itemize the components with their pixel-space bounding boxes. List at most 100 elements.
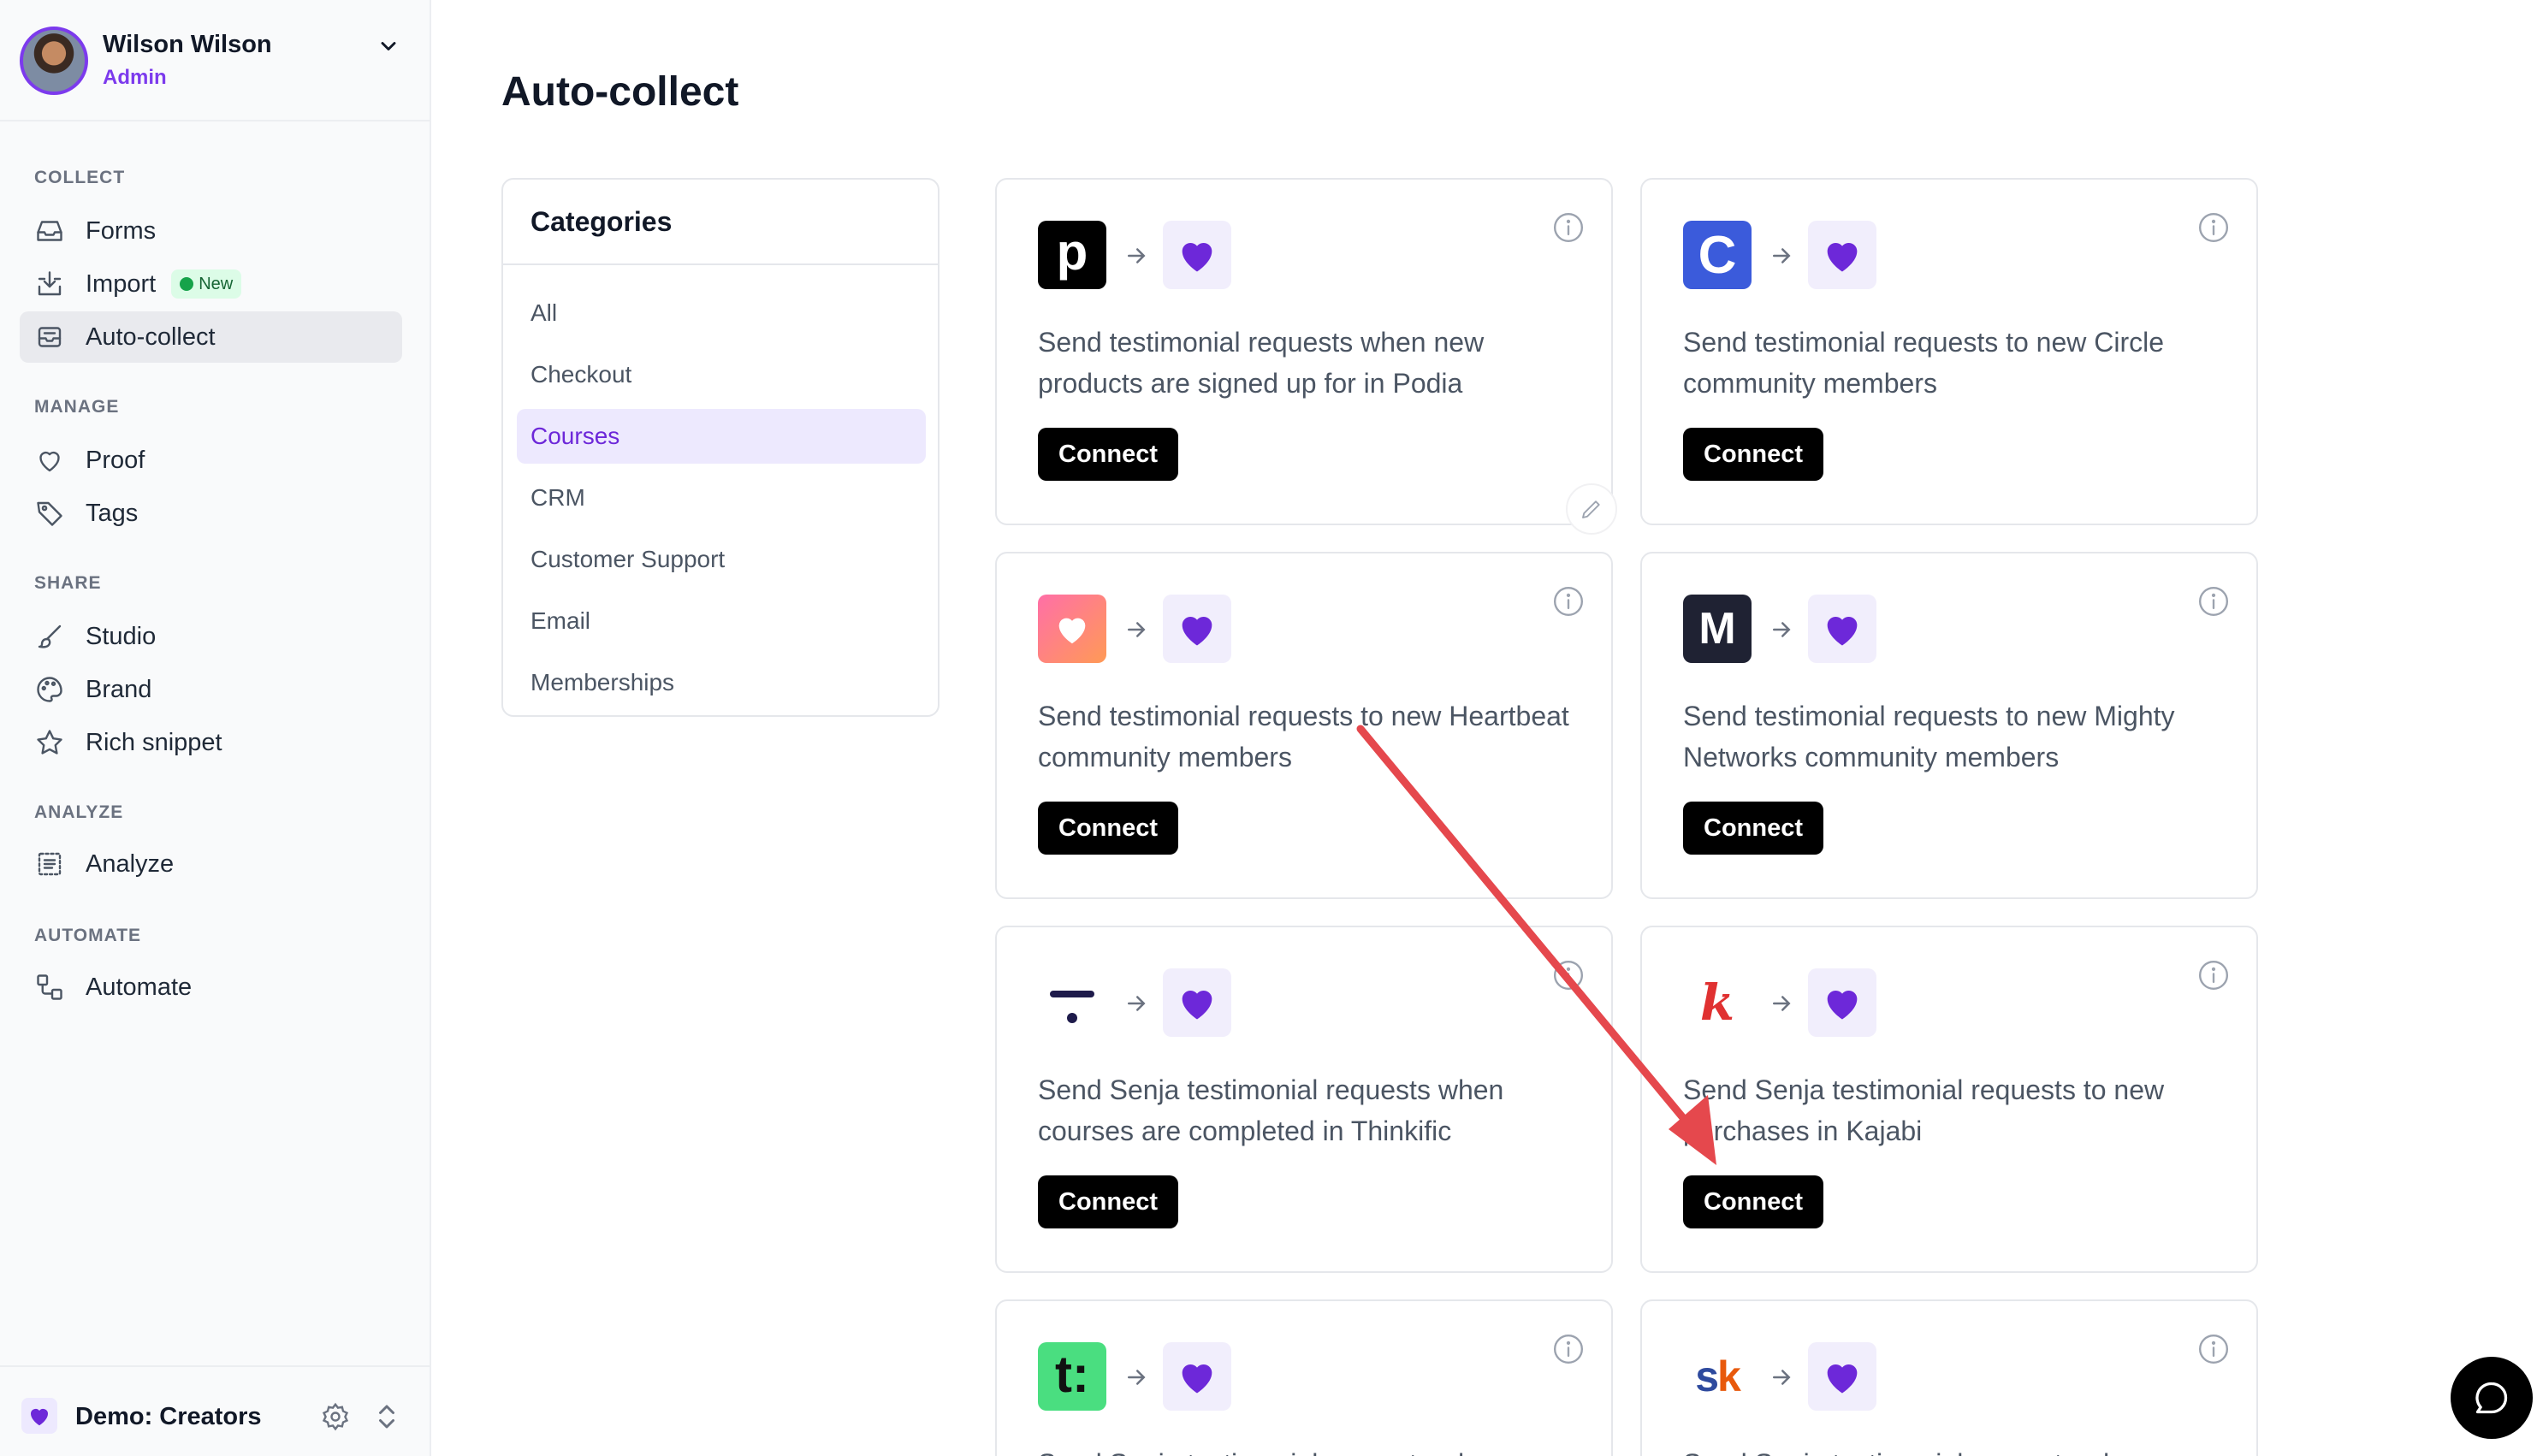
senja-logo-icon [21, 1398, 57, 1434]
sidebar-item-label: Brand [86, 675, 152, 703]
sidebar-item-forms[interactable]: Forms [20, 205, 402, 257]
download-icon [38, 271, 62, 296]
mighty-networks-logo-icon: M [1683, 595, 1752, 663]
integration-description: Send Senja testimonial requests to new p… [1683, 1074, 2165, 1146]
section-automate: AUTOMATE [34, 926, 142, 945]
sidebar-item-label: Studio [86, 622, 157, 650]
heart-icon [39, 451, 60, 472]
senja-heart-icon [1808, 221, 1876, 289]
chat-bubble-icon [2475, 1382, 2508, 1414]
star-icon [37, 730, 62, 755]
integration-card-teachable: t: Send Senja testimonial requests when [995, 1299, 1613, 1456]
connect-button[interactable]: Connect [1683, 428, 1823, 481]
section-share: SHARE [34, 573, 102, 593]
chat-button[interactable] [2451, 1357, 2533, 1439]
sidebar-item-auto-collect[interactable]: Auto-collect [20, 311, 402, 363]
sidebar-item-label: Forms [86, 216, 157, 245]
categories-panel: Categories All Checkout Courses CRM Cust… [501, 178, 940, 717]
sidebar-item-rich-snippet[interactable]: Rich snippet [20, 717, 402, 768]
info-icon[interactable] [1552, 959, 1585, 991]
category-all[interactable]: All [517, 286, 926, 340]
info-icon[interactable] [2197, 1333, 2230, 1365]
workflow-icon [37, 974, 62, 1000]
category-crm[interactable]: CRM [517, 471, 926, 525]
kajabi-logo-icon: k [1699, 974, 1735, 1032]
integration-description: Send testimonial requests when new produ… [1038, 327, 1485, 399]
integration-description: Send testimonial requests to new Mighty … [1683, 701, 2175, 772]
category-customer-support[interactable]: Customer Support [517, 532, 926, 587]
arrow-right-icon [1773, 996, 1791, 1011]
sidebar-item-studio[interactable]: Studio [20, 611, 402, 662]
connect-button[interactable]: Connect [1038, 802, 1178, 855]
info-icon[interactable] [1552, 1333, 1585, 1365]
arrow-right-icon [1128, 996, 1146, 1011]
info-icon[interactable] [2197, 959, 2230, 991]
chevron-up-down-icon[interactable] [371, 1400, 402, 1434]
auto-collect-icon [38, 327, 62, 347]
brush-icon [38, 624, 62, 648]
integration-description: Send Senja testimonial requests when [1683, 1443, 2231, 1456]
categories-title: Categories [503, 180, 938, 265]
info-icon[interactable] [2197, 585, 2230, 618]
sidebar-item-label: Proof [86, 446, 145, 474]
thinkific-logo-icon [1038, 968, 1106, 1037]
pencil-icon[interactable] [1566, 483, 1617, 535]
connect-button[interactable]: Connect [1683, 802, 1823, 855]
sidebar-item-import[interactable]: Import New [20, 258, 402, 310]
connect-button[interactable]: Connect [1683, 1175, 1823, 1228]
skool-logo-icon: sk [1695, 1352, 1741, 1400]
sidebar-item-label: Rich snippet [86, 728, 222, 756]
sidebar-item-label: Auto-collect [86, 323, 216, 351]
arrow-right-icon [1128, 622, 1146, 637]
user-role: Admin [103, 66, 167, 89]
sidebar: Wilson Wilson Admin COLLECT Forms Import… [0, 0, 431, 1456]
sidebar-item-tags[interactable]: Tags [20, 488, 402, 539]
sidebar-item-analyze[interactable]: Analyze [20, 838, 402, 890]
avatar [20, 27, 88, 95]
inbox-icon [37, 221, 62, 241]
senja-heart-icon [1808, 968, 1876, 1037]
workspace-name: Demo: Creators [75, 1403, 262, 1430]
arrow-right-icon [1128, 248, 1146, 263]
arrow-right-icon [1773, 248, 1791, 263]
tag-icon [37, 501, 62, 526]
info-icon[interactable] [1552, 585, 1585, 618]
workspace-switcher[interactable]: Demo: Creators [0, 1365, 430, 1456]
category-email[interactable]: Email [517, 594, 926, 648]
arrow-right-icon [1773, 622, 1791, 637]
info-icon[interactable] [2197, 211, 2230, 244]
category-checkout[interactable]: Checkout [517, 347, 926, 402]
integration-card-kajabi: k Send Senja testimonial requests to new… [1640, 926, 2258, 1273]
connect-button[interactable]: Connect [1038, 1175, 1178, 1228]
sidebar-item-label: Analyze [86, 849, 175, 878]
sidebar-item-proof[interactable]: Proof [20, 435, 402, 486]
section-analyze: ANALYZE [34, 802, 124, 822]
sidebar-item-automate[interactable]: Automate [20, 962, 402, 1013]
integration-description: Send testimonial requests to new Circle … [1683, 327, 2165, 399]
integration-description: Send testimonial requests to new Heartbe… [1038, 701, 1569, 772]
circle-logo-icon: C [1683, 221, 1752, 289]
heartbeat-logo-icon [1038, 595, 1106, 663]
section-manage: MANAGE [34, 397, 120, 417]
senja-heart-icon [1163, 968, 1231, 1037]
connect-button[interactable]: Connect [1038, 428, 1178, 481]
badge-label: New [199, 274, 234, 293]
gear-icon[interactable] [320, 1401, 351, 1432]
integration-card-skool: sk Send Senja testimonial requests when [1640, 1299, 2258, 1456]
arrow-right-icon [1773, 1370, 1791, 1385]
category-memberships[interactable]: Memberships [517, 655, 926, 710]
category-courses[interactable]: Courses [517, 409, 926, 464]
chevron-down-icon[interactable] [376, 34, 400, 58]
new-badge: New [171, 269, 242, 299]
page-title: Auto-collect [501, 69, 739, 115]
palette-icon [37, 677, 62, 702]
integration-card-thinkific: Send Senja testimonial requests when cou… [995, 926, 1613, 1273]
info-icon[interactable] [1552, 211, 1585, 244]
user-menu[interactable]: Wilson Wilson Admin [0, 0, 430, 121]
teachable-logo-icon: t: [1038, 1342, 1106, 1411]
user-name: Wilson Wilson [103, 31, 272, 58]
integration-card-mighty-networks: M Send testimonial requests to new Might… [1640, 552, 2258, 899]
arrow-right-icon [1128, 1370, 1146, 1385]
sidebar-item-brand[interactable]: Brand [20, 664, 402, 715]
badge-dot-icon [180, 277, 194, 291]
